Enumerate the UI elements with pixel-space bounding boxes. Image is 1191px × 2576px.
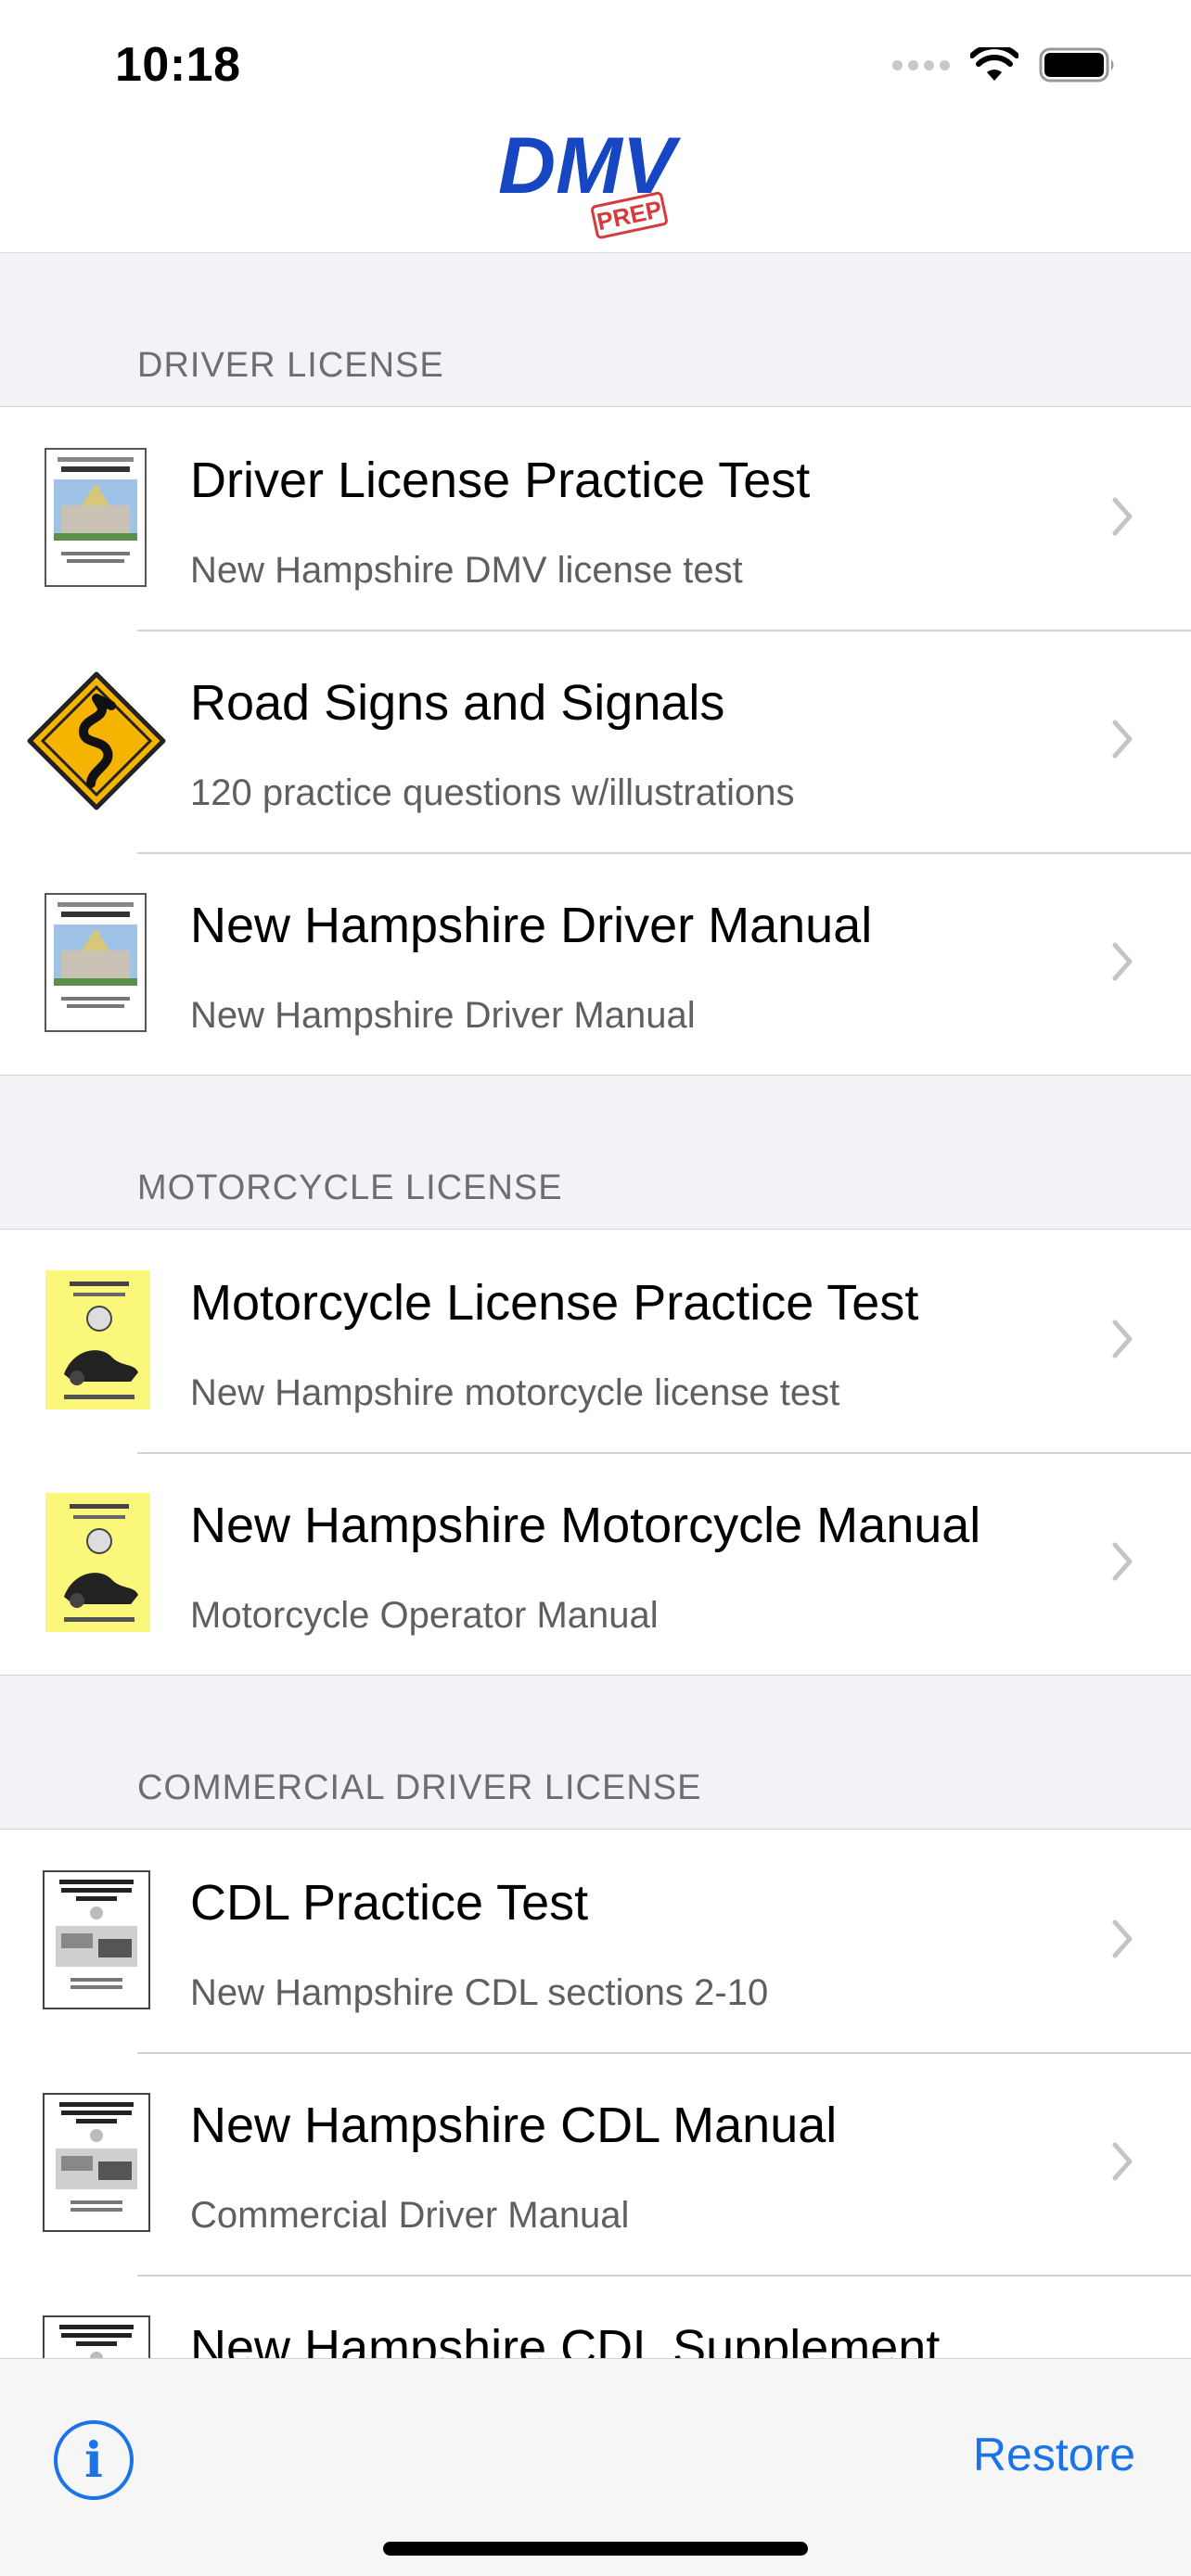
row-subtitle: New Hampshire DMV license test xyxy=(190,550,743,591)
info-icon: i xyxy=(84,2431,103,2489)
chevron-right-icon xyxy=(1112,497,1133,536)
section-driver-license: Driver License Practice Test New Hampshi… xyxy=(0,406,1191,1076)
row-new-hampshire-motorcycle-manual[interactable]: New Hampshire Motorcycle Manual Motorcyc… xyxy=(0,1452,1191,1675)
row-new-hampshire-cdl-supplement[interactable]: New Hampshire CDL Supplement xyxy=(0,2275,1191,2358)
section-motorcycle-license: Motorcycle License Practice Test New Ham… xyxy=(0,1229,1191,1676)
home-indicator xyxy=(383,2542,808,2556)
row-title: CDL Practice Test xyxy=(190,1875,589,1931)
chevron-right-icon xyxy=(1112,720,1133,759)
status-bar: 10:18 xyxy=(0,0,1191,130)
row-title: New Hampshire CDL Manual xyxy=(190,2098,838,2153)
row-title: Motorcycle License Practice Test xyxy=(190,1275,919,1331)
navigation-bar: DMV PREP xyxy=(0,130,1191,253)
content-list[interactable]: DRIVER LICENSE Driver License Practice T… xyxy=(0,253,1191,2358)
wifi-icon xyxy=(970,47,1018,81)
row-subtitle: Motorcycle Operator Manual xyxy=(190,1595,659,1636)
cdl-guide-icon xyxy=(43,1870,150,2009)
row-cdl-practice-test[interactable]: CDL Practice Test New Hampshire CDL sect… xyxy=(0,1830,1191,2052)
row-new-hampshire-cdl-manual[interactable]: New Hampshire CDL Manual Commercial Driv… xyxy=(0,2052,1191,2275)
chevron-right-icon xyxy=(1112,1320,1133,1358)
section-header-commercial-driver-license: COMMERCIAL DRIVER LICENSE xyxy=(137,1768,702,1807)
cellular-signal-icon xyxy=(892,59,950,70)
chevron-right-icon xyxy=(1112,942,1133,981)
row-title: Road Signs and Signals xyxy=(190,675,725,731)
row-driver-license-practice-test[interactable]: Driver License Practice Test New Hampshi… xyxy=(0,407,1191,630)
row-title: Driver License Practice Test xyxy=(190,453,811,508)
info-button[interactable]: i xyxy=(54,2420,134,2500)
dmv-prep-logo: DMV PREP xyxy=(498,130,682,239)
row-new-hampshire-driver-manual[interactable]: New Hampshire Driver Manual New Hampshir… xyxy=(0,852,1191,1075)
row-subtitle: New Hampshire Driver Manual xyxy=(190,995,696,1036)
row-title: New Hampshire Driver Manual xyxy=(190,898,873,953)
restore-button[interactable]: Restore xyxy=(973,2428,1135,2481)
winding-road-sign-icon xyxy=(27,671,166,810)
motorcycle-manual-icon xyxy=(45,1493,150,1632)
drivers-manual-icon xyxy=(45,448,147,587)
row-road-signs-and-signals[interactable]: Road Signs and Signals 120 practice ques… xyxy=(0,630,1191,852)
row-subtitle: New Hampshire CDL sections 2-10 xyxy=(190,1972,769,2013)
motorcycle-manual-icon xyxy=(45,1270,150,1409)
status-time: 10:18 xyxy=(115,38,241,92)
row-subtitle: Commercial Driver Manual xyxy=(190,2195,630,2236)
chevron-right-icon xyxy=(1112,2142,1133,2181)
row-title: New Hampshire CDL Supplement xyxy=(190,2320,941,2358)
section-header-motorcycle-license: MOTORCYCLE LICENSE xyxy=(137,1168,563,1207)
cdl-guide-icon xyxy=(43,2093,150,2232)
chevron-right-icon xyxy=(1112,1919,1133,1958)
row-subtitle: 120 practice questions w/illustrations xyxy=(190,772,795,813)
drivers-manual-icon xyxy=(45,893,147,1032)
cdl-guide-icon xyxy=(43,2315,150,2358)
row-subtitle: New Hampshire motorcycle license test xyxy=(190,1372,840,1413)
section-commercial-driver-license: CDL Practice Test New Hampshire CDL sect… xyxy=(0,1829,1191,2358)
chevron-right-icon xyxy=(1112,1542,1133,1581)
row-title: New Hampshire Motorcycle Manual xyxy=(190,1498,981,1553)
battery-icon xyxy=(1039,47,1114,83)
status-icons xyxy=(892,46,1117,83)
row-motorcycle-license-practice-test[interactable]: Motorcycle License Practice Test New Ham… xyxy=(0,1230,1191,1452)
section-header-driver-license: DRIVER LICENSE xyxy=(137,346,444,385)
